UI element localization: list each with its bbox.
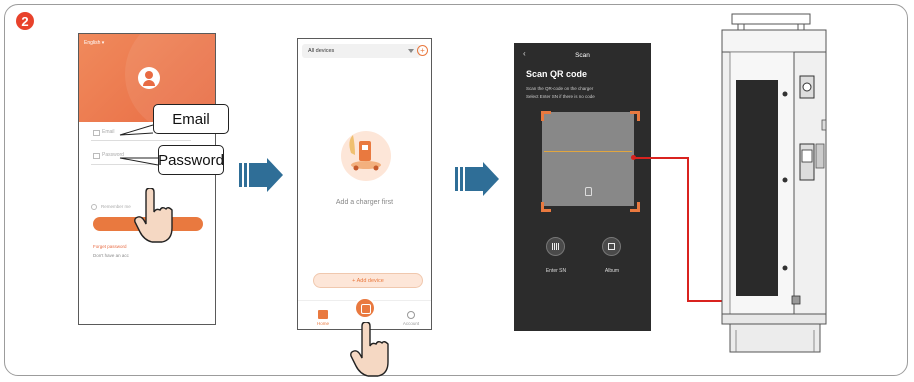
password-callout: Password — [158, 145, 224, 175]
album-label: Album — [604, 268, 620, 274]
image-icon — [608, 243, 615, 250]
hand-pointer-icon — [350, 322, 389, 377]
scan-corner — [630, 202, 640, 212]
hand-pointer-icon — [134, 188, 173, 243]
sign-up-link[interactable]: Don't have an acc — [93, 253, 129, 258]
add-icon[interactable]: + — [417, 45, 428, 56]
scan-heading: Scan QR code — [526, 69, 588, 79]
empty-state-text: Add a charger first — [335, 199, 394, 206]
charger-illustration-icon — [341, 131, 391, 181]
indicator-line — [687, 157, 689, 301]
enter-sn-label: Enter SN — [545, 268, 567, 274]
scan-title: Scan — [575, 52, 590, 59]
enter-sn-button[interactable] — [546, 237, 565, 256]
nav-account-label: Account — [402, 321, 420, 326]
device-selector[interactable]: All devices — [302, 44, 420, 58]
chevron-down-icon — [408, 49, 414, 53]
email-callout: Email — [153, 104, 229, 134]
scan-corner — [630, 111, 640, 121]
scan-corner — [541, 202, 551, 212]
scan-corner — [541, 111, 551, 121]
radio-icon — [91, 204, 97, 210]
nav-home-label: Home — [316, 321, 329, 326]
scan-screen: ‹ Scan Scan QR code Scan the QR-code on … — [514, 43, 651, 331]
scan-instruction: Scan the QR-code on the charger — [526, 86, 594, 91]
nav-account[interactable]: Account — [396, 311, 426, 326]
scan-instruction-sn: Select Enter SN if there is no code — [526, 94, 595, 99]
album-button[interactable] — [602, 237, 621, 256]
scan-button[interactable] — [354, 297, 376, 319]
remember-me-checkbox[interactable]: Remember me — [91, 204, 131, 210]
charger-illustration — [721, 13, 827, 353]
remember-me-label: Remember me — [101, 204, 131, 210]
next-step-arrow-icon — [455, 162, 499, 196]
home-icon — [318, 310, 328, 319]
devices-screen: All devices + Add a charger first + Add … — [297, 38, 432, 330]
scan-line — [544, 151, 632, 152]
mail-icon — [93, 130, 100, 136]
account-icon — [407, 311, 415, 319]
step-badge: 2 — [16, 12, 34, 30]
barcode-icon — [552, 243, 559, 250]
device-selector-label: All devices — [308, 48, 335, 54]
language-label: English — [84, 40, 101, 46]
nav-home[interactable]: Home — [308, 310, 338, 326]
indicator-line — [633, 157, 688, 159]
flashlight-icon[interactable] — [585, 187, 592, 196]
lock-icon — [93, 153, 100, 159]
indicator-dot — [631, 155, 636, 160]
next-step-arrow-icon — [239, 158, 283, 192]
language-selector[interactable]: English ▾ — [84, 40, 104, 46]
add-device-button[interactable]: + Add device — [313, 273, 423, 288]
avatar-icon — [138, 67, 160, 89]
forgot-password-link[interactable]: Forget password — [93, 244, 127, 249]
